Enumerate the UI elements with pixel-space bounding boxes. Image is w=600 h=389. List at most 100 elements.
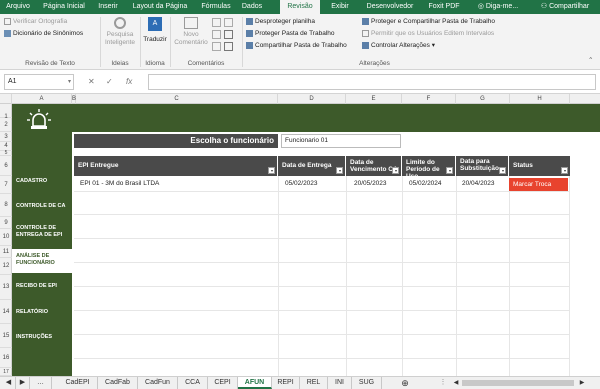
next-comment-icon[interactable] (212, 42, 221, 51)
ink-icon[interactable] (224, 42, 233, 51)
name-box[interactable]: A1 (4, 74, 74, 90)
translate-button[interactable]: A Traduzir (142, 17, 168, 44)
prev-comment-icon[interactable] (212, 30, 221, 39)
sheet-tab-cadepi[interactable]: CadEPI (58, 377, 98, 389)
prev-sheet-icon[interactable]: ◀ (2, 377, 16, 389)
row-header[interactable]: 6 (0, 156, 12, 176)
filter-dropdown-icon[interactable] (268, 167, 275, 174)
sheet-tabs-bar: ◀ ▶ … CadEPI CadFab CadFun CCA CEPI AFUN… (0, 376, 600, 389)
sheet-tab-repi[interactable]: REPI (272, 377, 300, 389)
sheet-tab-cadfun[interactable]: CadFun (138, 377, 178, 389)
protect-share-button[interactable]: Proteger e Compartilhar Pasta de Trabalh… (362, 17, 495, 26)
tab-layout[interactable]: Layout da Página (127, 0, 193, 14)
row-header[interactable]: 13 (0, 275, 12, 300)
employee-select[interactable]: Funcionario 01 (281, 134, 401, 148)
smart-lookup-button[interactable]: Pesquisa Inteligente (103, 17, 137, 47)
tab-inserir[interactable]: Inserir (94, 0, 122, 14)
show-comment-icon[interactable] (224, 18, 233, 27)
cancel-icon[interactable]: ✕ (88, 74, 95, 90)
cell-epi[interactable]: EPI 01 - 3M do Brasil LTDA (76, 178, 159, 190)
cell-data-vencimento[interactable]: 20/05/2023 (350, 178, 387, 190)
sheet-tab-rel[interactable]: REL (300, 377, 328, 389)
horizontal-scrollbar[interactable] (462, 380, 574, 386)
sheet-tab-afun[interactable]: AFUN (238, 377, 272, 389)
tab-revisao[interactable]: Revisão (280, 0, 320, 14)
row-header[interactable]: 3 (0, 132, 12, 142)
sidebar-item-controle-entrega[interactable]: CONTROLE DE ENTREGA DE EPI (12, 225, 72, 239)
enter-icon[interactable]: ✓ (106, 74, 113, 90)
protect-workbook-button[interactable]: Proteger Pasta de Trabalho (246, 29, 335, 38)
sheet-tab-cepi[interactable]: CEPI (208, 377, 238, 389)
filter-dropdown-icon[interactable] (446, 167, 453, 174)
status-badge[interactable]: Marcar Troca (509, 178, 568, 191)
collapse-ribbon-icon[interactable]: ⌃ (588, 56, 593, 65)
gridline (74, 334, 570, 335)
row-header[interactable]: 16 (0, 348, 12, 368)
sidebar-item-instrucoes[interactable]: INSTRUÇÕES (12, 334, 72, 341)
formula-input[interactable] (148, 74, 596, 90)
filter-dropdown-icon[interactable] (392, 167, 399, 174)
row-header[interactable]: 12 (0, 258, 12, 275)
insert-function-icon[interactable]: fx (126, 74, 132, 90)
show-ink-icon[interactable] (224, 30, 233, 39)
column-header[interactable]: H (510, 94, 570, 104)
name-box-dropdown-icon[interactable]: ▾ (68, 74, 71, 90)
share-workbook-button[interactable]: Compartilhar Pasta de Trabalho (246, 41, 347, 50)
column-header[interactable]: C (76, 94, 278, 104)
tab-exibir[interactable]: Exibir (324, 0, 356, 14)
row-header[interactable]: 8 (0, 194, 12, 217)
column-header[interactable]: F (402, 94, 456, 104)
sheet-tab-cca[interactable]: CCA (178, 377, 208, 389)
spell-check-button[interactable]: Verificar Ortografia (4, 17, 67, 26)
tab-desenvolvedor[interactable]: Desenvolvedor (360, 0, 420, 14)
new-comment-button[interactable]: Novo Comentário (174, 17, 208, 47)
sheet-tab-sug[interactable]: SUG (352, 377, 382, 389)
sheet-tab-ini[interactable]: INI (328, 377, 352, 389)
column-header[interactable]: D (278, 94, 346, 104)
column-header[interactable]: G (456, 94, 510, 104)
scroll-right-icon[interactable]: ▶ (576, 377, 588, 389)
gridline (509, 176, 510, 376)
unprotect-sheet-button[interactable]: Desproteger planilha (246, 17, 315, 26)
sheet-tab-cadfab[interactable]: CadFab (98, 377, 138, 389)
thesaurus-button[interactable]: Dicionário de Sinônimos (4, 29, 83, 38)
row-header[interactable]: 10 (0, 229, 12, 246)
next-sheet-icon[interactable]: ▶ (16, 377, 30, 389)
sidebar-item-controle-ca[interactable]: CONTROLE DE CA (12, 203, 72, 210)
tab-formulas[interactable]: Fórmulas (198, 0, 234, 14)
add-sheet-icon[interactable]: ⊕ (394, 377, 416, 389)
filter-dropdown-icon[interactable] (336, 167, 343, 174)
more-sheets-icon[interactable]: … (30, 377, 52, 389)
allow-edit-ranges-button[interactable]: Permitir que os Usuários Editem Interval… (362, 29, 494, 38)
row-header[interactable]: 17 (0, 368, 12, 376)
sidebar-item-recibo[interactable]: RECIBO DE EPI (12, 283, 72, 290)
tab-foxit[interactable]: Foxit PDF (424, 0, 464, 14)
row-header[interactable]: 2 (0, 118, 12, 132)
share-button[interactable]: ⚇ Compartilhar (532, 0, 598, 14)
row-header[interactable]: 11 (0, 246, 12, 258)
sidebar-item-cadastro[interactable]: CADASTRO (12, 178, 72, 185)
column-header[interactable]: E (346, 94, 402, 104)
tell-me-search[interactable]: ◎ Diga-me... (470, 0, 526, 14)
cell-data-entrega[interactable]: 05/02/2023 (281, 178, 318, 190)
filter-dropdown-icon[interactable] (499, 167, 506, 174)
cell-data-substituicao[interactable]: 20/04/2023 (458, 178, 495, 190)
row-header[interactable]: 1 (0, 104, 12, 120)
select-all-corner[interactable] (0, 94, 12, 104)
sidebar-item-relatorio[interactable]: RELATÓRIO (12, 309, 72, 316)
row-header[interactable]: 14 (0, 300, 12, 324)
row-header[interactable]: 9 (0, 217, 12, 229)
cell-limite-uso[interactable]: 05/02/2024 (405, 178, 442, 190)
tab-splitter-icon[interactable]: ⋮ (436, 377, 450, 389)
column-header[interactable]: A (12, 94, 72, 104)
tab-dados[interactable]: Dados (238, 0, 266, 14)
scroll-left-icon[interactable]: ◀ (450, 377, 462, 389)
row-header[interactable]: 15 (0, 324, 12, 348)
tab-pagina-inicial[interactable]: Página Inicial (38, 0, 90, 14)
delete-comment-icon[interactable] (212, 18, 221, 27)
tab-arquivo[interactable]: Arquivo (2, 0, 34, 14)
filter-dropdown-icon[interactable] (561, 167, 568, 174)
track-changes-button[interactable]: Controlar Alterações ▾ (362, 41, 435, 50)
sidebar-item-analise-funcionario[interactable]: ANÁLISE DE FUNCIONÁRIO (12, 249, 72, 273)
row-header[interactable]: 7 (0, 176, 12, 194)
